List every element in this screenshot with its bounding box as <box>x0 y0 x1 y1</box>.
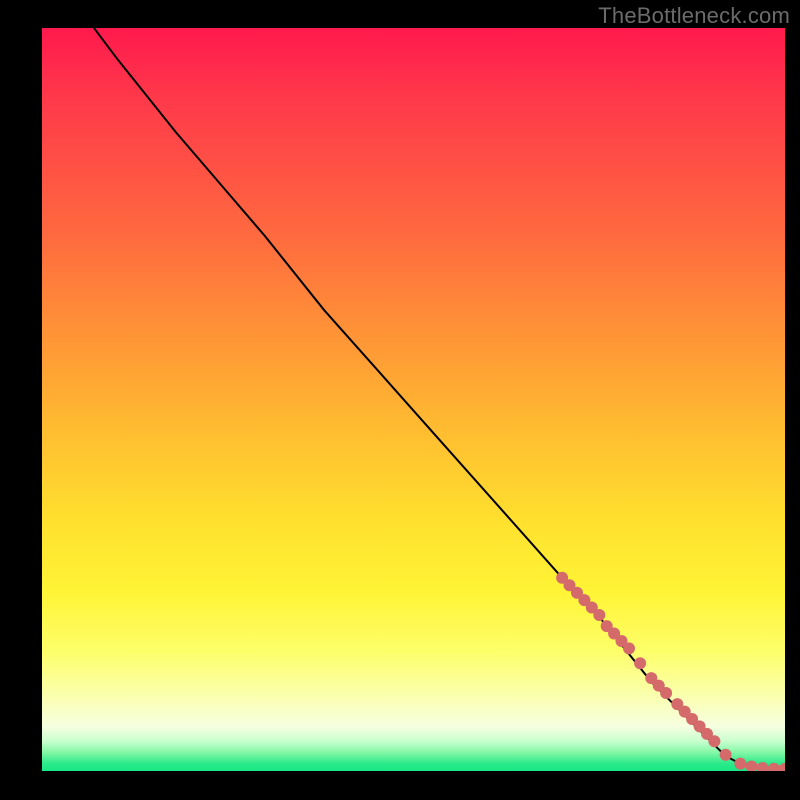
data-point <box>708 735 720 747</box>
plot-area <box>42 28 785 771</box>
data-point <box>779 763 785 771</box>
data-point <box>623 642 635 654</box>
data-point <box>593 609 605 621</box>
marker-group <box>556 572 785 771</box>
watermark-text: TheBottleneck.com <box>598 3 790 29</box>
data-point <box>757 762 769 771</box>
chart-root: TheBottleneck.com <box>0 0 800 800</box>
data-point <box>734 758 746 770</box>
data-point <box>768 763 780 771</box>
data-point <box>720 749 732 761</box>
data-point <box>634 657 646 669</box>
main-curve <box>94 28 785 769</box>
chart-svg <box>42 28 785 771</box>
data-point <box>746 761 758 772</box>
data-point <box>660 687 672 699</box>
